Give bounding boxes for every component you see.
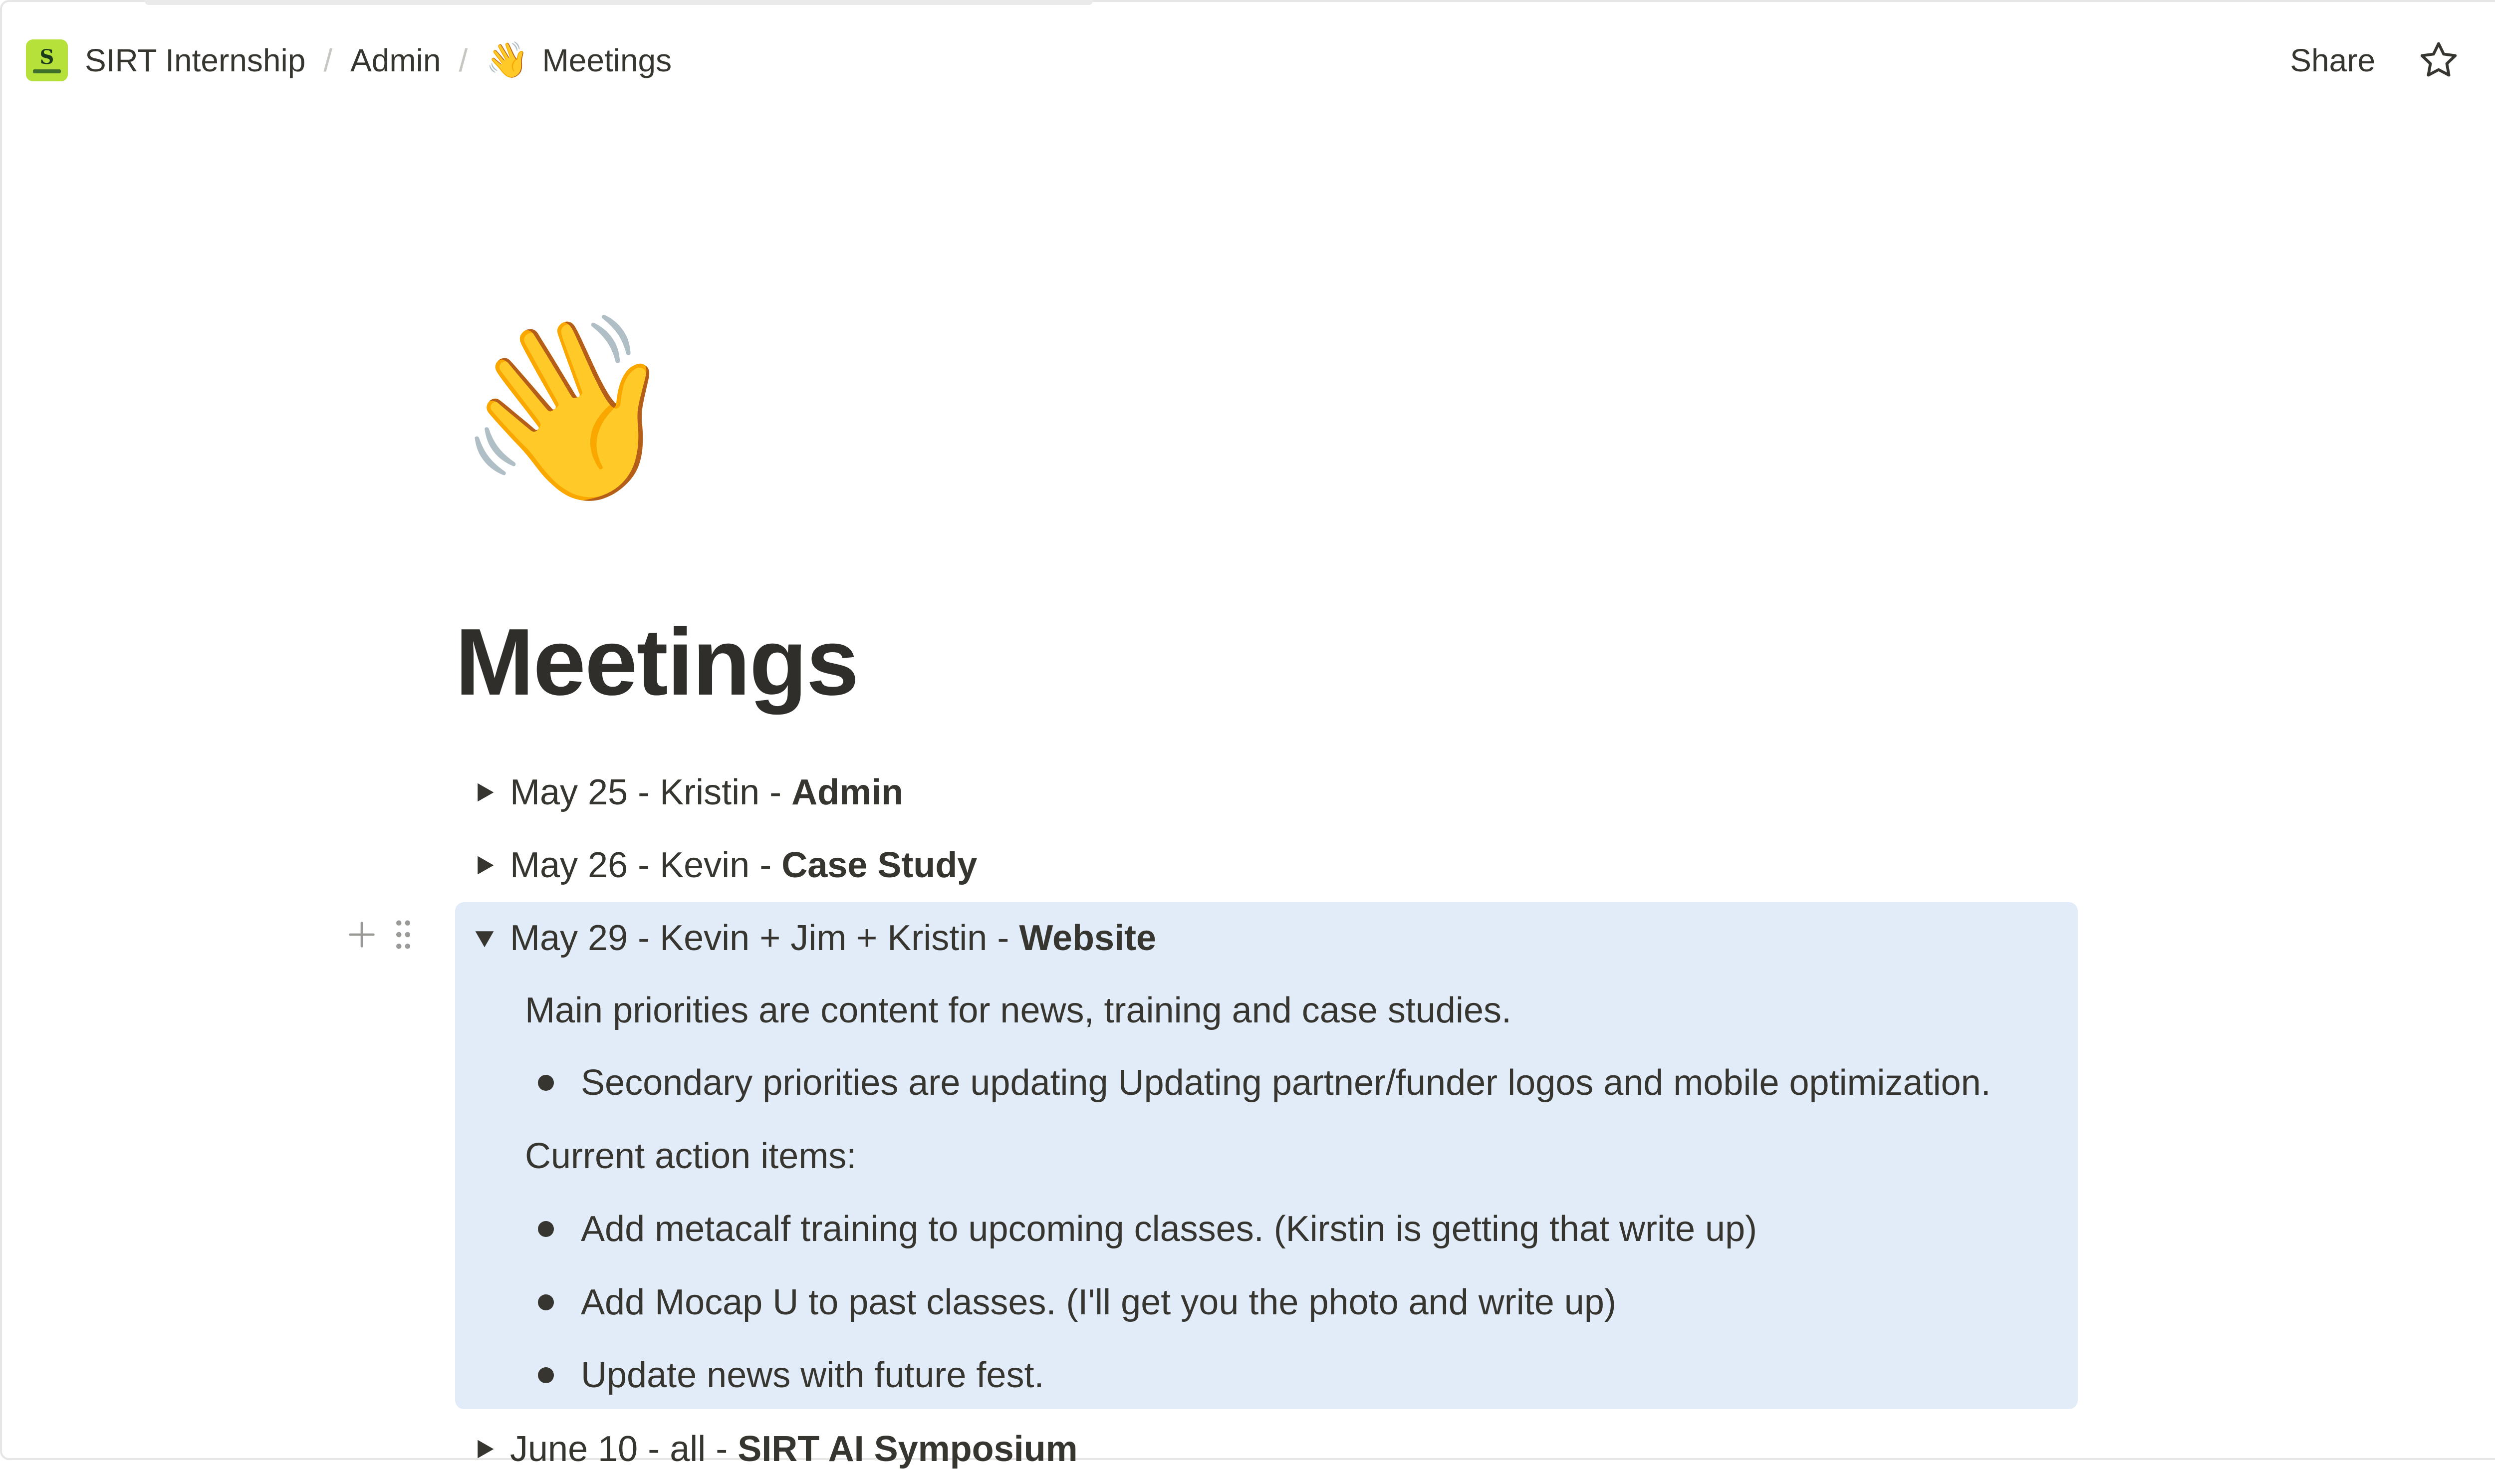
bullet-icon: [538, 1221, 554, 1237]
toggle-item-date: May 25 - Kristin -: [510, 772, 782, 812]
breadcrumb-separator: /: [459, 42, 468, 78]
page-title[interactable]: Meetings: [455, 608, 859, 717]
workspace-logo-letter: S: [39, 45, 54, 69]
toggle-item-topic: SIRT AI Symposium: [738, 1429, 1078, 1469]
toggle-item-topic: Admin: [791, 772, 904, 812]
breadcrumb: S SIRT Internship / Admin / 👋 Meetings: [26, 38, 672, 83]
breadcrumb-current[interactable]: Meetings: [542, 42, 672, 79]
page-icon[interactable]: 👋: [455, 319, 2077, 499]
top-actions: Share ···: [2290, 38, 2495, 83]
workspace-logo[interactable]: S: [26, 39, 68, 81]
bullet-item[interactable]: Add Mocap U to past classes. (I'll get y…: [538, 1270, 1616, 1335]
bullet-text: Secondary priorities are updating Updati…: [581, 1063, 1991, 1103]
bullet-item[interactable]: Secondary priorities are updating Updati…: [538, 1050, 1991, 1115]
bullet-text: Add metacalf training to upcoming classe…: [581, 1209, 1757, 1249]
block-handle: [344, 917, 414, 952]
toggle-item[interactable]: May 29 - Kevin + Jim + Kristin - Website: [455, 903, 1156, 973]
paragraph[interactable]: Main priorities are content for news, tr…: [525, 978, 1511, 1043]
toggle-item[interactable]: May 25 - Kristin - Admin: [455, 757, 903, 827]
bullet-item[interactable]: Add metacalf training to upcoming classe…: [538, 1197, 1757, 1261]
toggle-item-date: May 26 - Kevin -: [510, 845, 772, 885]
breadcrumb-admin[interactable]: Admin: [350, 42, 441, 79]
bullet-icon: [538, 1367, 554, 1383]
toggle-item-topic: Case Study: [781, 845, 978, 885]
paragraph[interactable]: Current action items:: [525, 1124, 856, 1189]
toggle-collapsed-icon[interactable]: [455, 854, 510, 877]
share-button[interactable]: Share: [2290, 42, 2375, 79]
bullet-text: Update news with future fest.: [581, 1355, 1044, 1395]
top-bar: S SIRT Internship / Admin / 👋 Meetings S…: [0, 0, 2495, 122]
breadcrumb-separator: /: [323, 42, 333, 78]
toggle-item-topic: Website: [1019, 918, 1157, 958]
toggle-expanded-icon[interactable]: [455, 927, 510, 950]
breadcrumb-workspace[interactable]: SIRT Internship: [85, 42, 305, 79]
star-icon[interactable]: [2417, 39, 2460, 82]
toggle-collapsed-icon[interactable]: [455, 1438, 510, 1461]
bullet-text: Add Mocap U to past classes. (I'll get y…: [581, 1282, 1616, 1322]
toggle-item-date: June 10 - all -: [510, 1429, 728, 1469]
toggle-item-date: May 29 - Kevin + Jim + Kristin -: [510, 918, 1009, 958]
bullet-icon: [538, 1075, 554, 1091]
waving-hand-icon: 👋: [455, 309, 679, 509]
toggle-item[interactable]: June 10 - all - SIRT AI Symposium: [455, 1414, 1078, 1484]
toggle-collapsed-icon[interactable]: [455, 781, 510, 804]
bullet-item[interactable]: Update news with future fest.: [538, 1343, 1044, 1408]
toggle-item[interactable]: May 26 - Kevin - Case Study: [455, 830, 977, 900]
bullet-icon: [538, 1294, 554, 1310]
waving-hand-icon: 👋: [486, 40, 529, 79]
drag-handle-icon[interactable]: [392, 917, 414, 952]
add-block-icon[interactable]: [344, 917, 379, 952]
